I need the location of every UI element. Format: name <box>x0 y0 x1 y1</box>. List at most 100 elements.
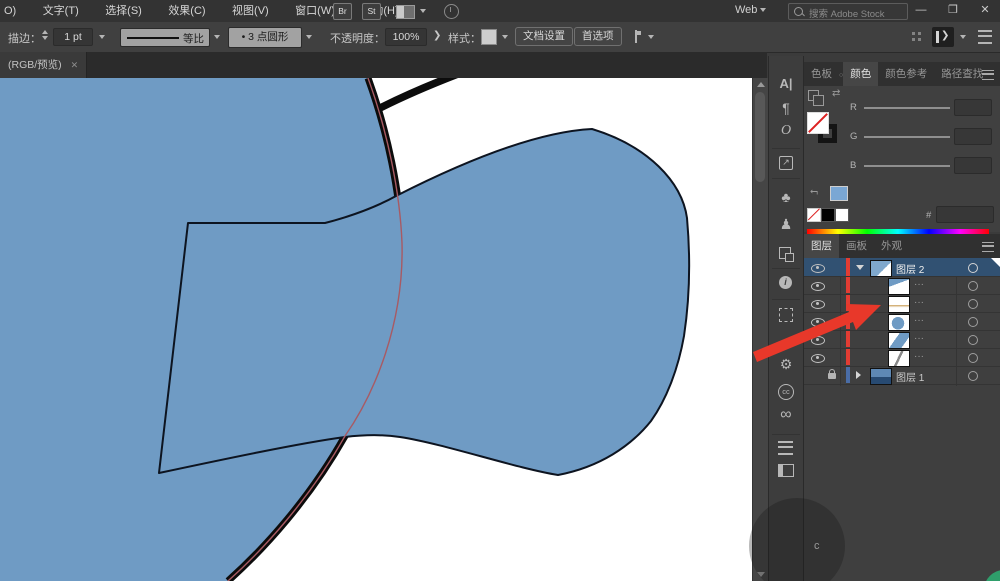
r-slider[interactable] <box>864 107 950 109</box>
target-circle[interactable] <box>968 263 978 273</box>
layer-thumbnail[interactable] <box>888 295 910 313</box>
layer-row[interactable]: ··· <box>804 348 1000 367</box>
swap-fill-stroke-icon[interactable] <box>808 90 824 106</box>
invert-arrow-icon[interactable]: ⮢ <box>810 186 818 197</box>
document-tab[interactable]: (RGB/预览) ✕ <box>0 52 88 78</box>
opentype-panel-icon[interactable]: O <box>769 123 803 139</box>
target-circle[interactable] <box>968 299 978 309</box>
lock-icon[interactable] <box>828 369 836 379</box>
r-value-box[interactable] <box>954 99 992 116</box>
align-flag-icon[interactable] <box>631 30 641 43</box>
layer-name[interactable]: ··· <box>914 333 924 344</box>
layer-name[interactable]: ··· <box>914 297 924 308</box>
layer-row[interactable]: ··· <box>804 330 1000 349</box>
stroke-weight-stepper[interactable] <box>42 30 48 40</box>
stroke-profile-dropdown[interactable] <box>214 35 220 39</box>
b-value-box[interactable] <box>954 157 992 174</box>
visibility-eye-icon[interactable] <box>811 264 825 273</box>
visibility-eye-icon[interactable] <box>811 318 825 327</box>
layer-name[interactable]: 图层 2 <box>896 261 924 276</box>
layer-row[interactable]: ··· <box>804 312 1000 331</box>
branch-stroke[interactable] <box>378 70 460 112</box>
visibility-eye-icon[interactable] <box>811 300 825 309</box>
character-panel-icon[interactable]: A| <box>769 76 803 91</box>
creative-cloud-icon[interactable]: cc <box>778 384 794 400</box>
stock-search-input[interactable]: 搜索 Adobe Stock <box>788 3 908 20</box>
menu-effect[interactable]: 效果(C) <box>157 0 216 22</box>
opacity-value[interactable]: 100% <box>385 28 427 46</box>
layer-thumbnail[interactable] <box>888 349 910 367</box>
tab-color-guide[interactable]: 颜色参考 <box>878 62 934 86</box>
menu-type[interactable]: 文字(T) <box>32 0 90 22</box>
color-panel-menu-icon[interactable] <box>982 70 994 80</box>
transform-panel-icon[interactable] <box>779 308 793 322</box>
menu-view[interactable]: 视图(V) <box>221 0 280 22</box>
layer-row[interactable]: ··· <box>804 294 1000 313</box>
scrollbar-thumb[interactable] <box>755 92 765 182</box>
layer-thumbnail[interactable] <box>888 277 910 295</box>
layer-row[interactable]: ··· <box>804 276 1000 295</box>
menu-select[interactable]: 选择(S) <box>94 0 153 22</box>
layer-row-selected[interactable]: 图层 2 <box>804 258 1000 277</box>
workspace-dropdown-arrow[interactable] <box>420 9 426 13</box>
restore-button[interactable]: ❐ <box>940 0 966 20</box>
info-panel-icon[interactable]: i <box>779 276 792 289</box>
target-circle[interactable] <box>968 335 978 345</box>
workspace-switcher[interactable]: Web <box>735 4 767 16</box>
tab-color[interactable]: 颜色 <box>843 62 879 86</box>
swap-arrows-icon[interactable]: ⇄ <box>832 88 840 99</box>
tab-artboards[interactable]: 画板 <box>839 234 874 258</box>
layer-name[interactable]: ··· <box>914 279 924 290</box>
stroke-weight-value[interactable]: 1 pt <box>53 28 93 46</box>
symbols-panel-icon[interactable]: ♣ <box>769 189 803 205</box>
artboards-panel-icon[interactable] <box>779 247 794 262</box>
g-slider[interactable] <box>864 136 950 138</box>
opacity-panel-arrow[interactable]: ❯ <box>433 30 441 41</box>
layer-name[interactable]: 图层 1 <box>896 369 924 384</box>
preferences-button[interactable]: 首选项 <box>574 27 622 46</box>
workspace-layout-icon[interactable] <box>396 5 415 19</box>
artboard-canvas[interactable] <box>0 70 752 581</box>
gear-icon[interactable]: ⚙ <box>769 356 803 373</box>
style-dropdown[interactable] <box>502 35 508 39</box>
panel-layout-icon[interactable] <box>778 464 794 477</box>
tab-layers[interactable]: 图层 <box>804 234 839 258</box>
visibility-eye-icon[interactable] <box>811 336 825 345</box>
expand-chevron-icon[interactable] <box>856 265 864 270</box>
panel-collapse-toggle[interactable]: ❯ <box>932 27 954 47</box>
layer-thumbnail[interactable] <box>870 367 892 385</box>
menu-lines-icon[interactable] <box>778 441 793 455</box>
paragraph-panel-icon[interactable]: ¶ <box>769 100 803 116</box>
layer-name[interactable]: ··· <box>914 315 924 326</box>
layer-thumbnail[interactable] <box>870 259 892 277</box>
export-panel-icon[interactable]: ↗ <box>779 156 793 170</box>
layers-panel-menu-icon[interactable] <box>982 242 994 252</box>
close-button[interactable]: ✕ <box>972 0 998 20</box>
bridge-button[interactable]: Br <box>333 3 352 20</box>
stroke-weight-dropdown[interactable] <box>99 35 105 39</box>
collapsed-chevron-icon[interactable] <box>856 371 861 379</box>
minimize-button[interactable]: — <box>908 0 934 20</box>
align-dropdown[interactable] <box>648 35 654 39</box>
panel-toggle-dropdown[interactable] <box>960 35 966 39</box>
current-color-swatch[interactable] <box>830 186 848 201</box>
brush-dropdown[interactable] <box>306 35 312 39</box>
menu-object-partial[interactable]: O) <box>0 0 27 22</box>
layer-name[interactable]: ··· <box>914 351 924 362</box>
brush-select[interactable]: • 3 点圆形 <box>228 27 302 48</box>
tab-swatches[interactable]: 色板 <box>804 62 839 86</box>
control-menu-icon[interactable] <box>978 30 992 44</box>
scroll-up-arrow[interactable] <box>757 82 765 87</box>
fill-swatch-none[interactable] <box>807 112 829 134</box>
black-swatch[interactable] <box>821 208 835 222</box>
g-value-box[interactable] <box>954 128 992 145</box>
white-swatch[interactable] <box>835 208 849 222</box>
hex-input[interactable] <box>936 206 994 223</box>
tab-appearance[interactable]: 外观 <box>874 234 909 258</box>
document-setup-button[interactable]: 文档设置 <box>515 27 573 46</box>
target-circle[interactable] <box>968 353 978 363</box>
stock-button[interactable]: St <box>362 3 381 20</box>
visibility-eye-icon[interactable] <box>811 282 825 291</box>
target-circle[interactable] <box>968 281 978 291</box>
mannequin-panel-icon[interactable]: ♟ <box>769 216 803 233</box>
